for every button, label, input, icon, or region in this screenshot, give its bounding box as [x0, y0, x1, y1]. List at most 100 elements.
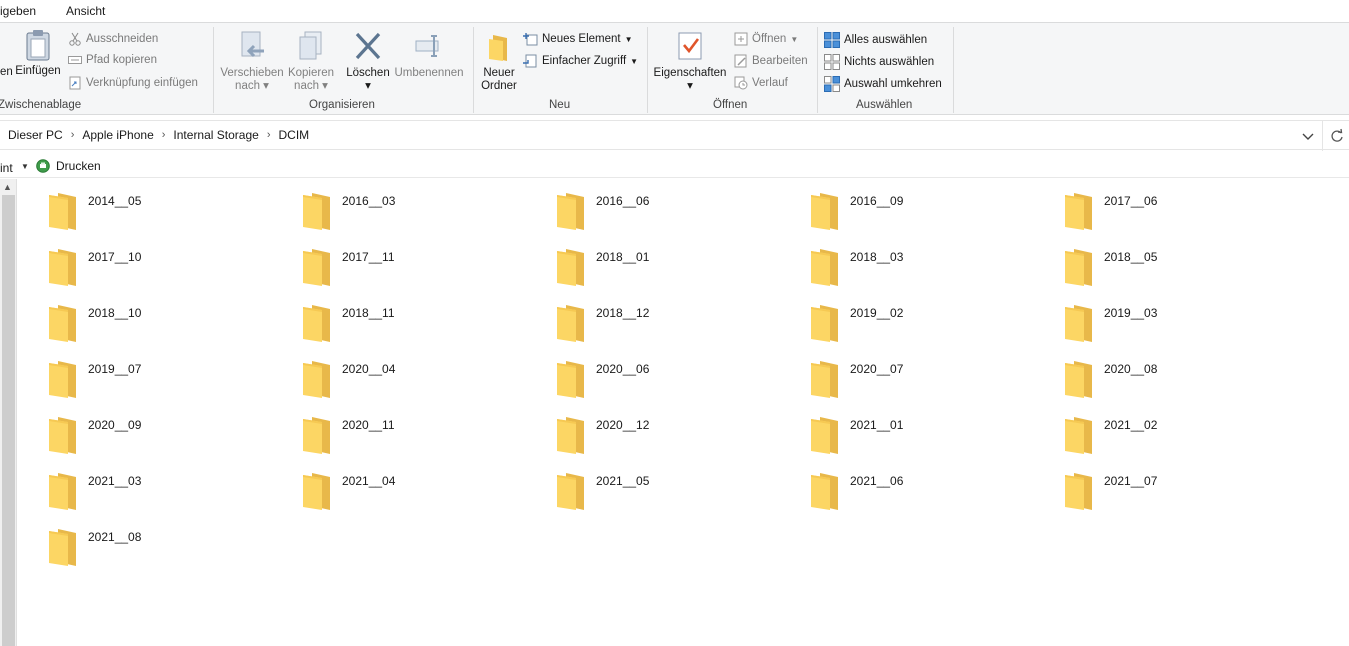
copy-path-button[interactable]: Pfad kopieren	[68, 54, 157, 66]
folder-item[interactable]: 2018__05	[1062, 244, 1316, 300]
folder-item[interactable]: 2020__08	[1062, 356, 1316, 412]
breadcrumb: Dieser PC › Apple iPhone › Internal Stor…	[8, 128, 309, 142]
chevron-right-icon[interactable]: ›	[267, 129, 271, 141]
delete-x-icon	[355, 32, 381, 60]
paste-button[interactable]: Einfügen	[14, 29, 62, 77]
folder-item[interactable]: 2018__12	[554, 300, 808, 356]
folder-name: 2021__05	[596, 474, 650, 488]
folder-icon	[1065, 473, 1092, 510]
folder-icon	[303, 417, 330, 454]
folder-name: 2019__07	[88, 362, 142, 376]
folder-item[interactable]: 2021__08	[46, 524, 300, 580]
folder-item[interactable]: 2018__03	[808, 244, 1062, 300]
breadcrumb-item[interactable]: Apple iPhone	[82, 128, 153, 142]
folder-item[interactable]: 2018__11	[300, 300, 554, 356]
chevron-right-icon[interactable]: ›	[162, 129, 166, 141]
scrollbar-thumb[interactable]	[2, 195, 15, 646]
folder-icon	[557, 249, 584, 286]
folder-name: 2016__06	[596, 194, 650, 208]
address-history-dropdown[interactable]	[1296, 121, 1320, 151]
folder-item[interactable]: 2021__05	[554, 468, 808, 524]
address-bar[interactable]: Dieser PC › Apple iPhone › Internal Stor…	[0, 120, 1349, 151]
folder-icon	[49, 361, 76, 398]
breadcrumb-item[interactable]: Internal Storage	[173, 128, 258, 142]
delete-button[interactable]: Löschen ▾	[345, 31, 391, 93]
new-item-button[interactable]: Neues Element ▼	[522, 32, 633, 46]
folder-item[interactable]: 2021__07	[1062, 468, 1316, 524]
folder-item[interactable]: 2017__11	[300, 244, 554, 300]
organize-group-label: Organisieren	[309, 99, 375, 111]
folder-item[interactable]: 2016__06	[554, 188, 808, 244]
scroll-up-icon[interactable]: ▲	[3, 182, 12, 192]
folder-icon	[1065, 305, 1092, 342]
folder-item[interactable]: 2021__04	[300, 468, 554, 524]
select-none-icon	[824, 54, 840, 70]
open-button[interactable]: Öffnen ▼	[734, 32, 798, 46]
folder-item[interactable]: 2020__12	[554, 412, 808, 468]
folder-item[interactable]: 2019__07	[46, 356, 300, 412]
folder-grid: 2014__05 2016__03 2016__06 2016__09 2017…	[46, 188, 1316, 580]
folder-name: 2019__02	[850, 306, 904, 320]
folder-item[interactable]: 2017__06	[1062, 188, 1316, 244]
folder-item[interactable]: 2019__03	[1062, 300, 1316, 356]
folder-item[interactable]: 2020__06	[554, 356, 808, 412]
copy-to-button[interactable]: Kopieren nach ▾	[286, 31, 336, 93]
new-folder-button[interactable]: Neuer Ordner	[478, 33, 520, 93]
folder-name: 2021__01	[850, 418, 904, 432]
navigation-pane-scrollbar[interactable]: ▲	[0, 179, 17, 646]
easy-access-icon	[523, 54, 537, 68]
folder-item[interactable]: 2017__10	[46, 244, 300, 300]
rename-button[interactable]: Umbenennen	[392, 31, 466, 80]
select-all-button[interactable]: Alles auswählen	[824, 32, 927, 48]
copy-to-icon	[299, 31, 322, 60]
folder-icon	[811, 193, 838, 230]
folder-icon	[811, 361, 838, 398]
new-folder-icon	[489, 35, 507, 61]
easy-access-button[interactable]: Einfacher Zugriff ▼	[522, 54, 638, 68]
paste-shortcut-button[interactable]: Verknüpfung einfügen	[68, 76, 198, 90]
folder-item[interactable]: 2016__09	[808, 188, 1062, 244]
invert-selection-button[interactable]: Auswahl umkehren	[824, 76, 942, 92]
folder-item[interactable]: 2021__06	[808, 468, 1062, 524]
folder-item[interactable]: 2020__04	[300, 356, 554, 412]
chevron-right-icon[interactable]: ›	[71, 129, 75, 141]
folder-item[interactable]: 2016__03	[300, 188, 554, 244]
select-none-button[interactable]: Nichts auswählen	[824, 54, 934, 70]
folder-item[interactable]: 2018__10	[46, 300, 300, 356]
folder-name: 2018__11	[342, 306, 395, 320]
print-partial-label[interactable]: int	[0, 161, 13, 175]
folder-item[interactable]: 2021__02	[1062, 412, 1316, 468]
move-to-button[interactable]: Verschieben nach ▾	[220, 31, 284, 93]
caret-down-icon[interactable]: ▼	[21, 162, 29, 171]
folder-item[interactable]: 2018__01	[554, 244, 808, 300]
folder-name: 2021__06	[850, 474, 904, 488]
refresh-icon	[1331, 128, 1343, 142]
breadcrumb-item[interactable]: Dieser PC	[8, 128, 63, 142]
breadcrumb-item[interactable]: DCIM	[278, 128, 309, 142]
tab-view[interactable]: Ansicht	[66, 4, 105, 18]
folder-name: 2018__12	[596, 306, 650, 320]
properties-button[interactable]: Eigenschaften ▾	[652, 31, 728, 93]
folder-name: 2018__01	[596, 250, 650, 264]
tab-share[interactable]: igeben	[0, 4, 36, 18]
refresh-button[interactable]	[1322, 121, 1349, 151]
folder-item[interactable]: 2020__09	[46, 412, 300, 468]
edit-button[interactable]: Bearbeiten	[734, 54, 808, 68]
folder-item[interactable]: 2020__07	[808, 356, 1062, 412]
ribbon-divider	[647, 27, 648, 113]
folder-name: 2021__03	[88, 474, 142, 488]
folder-icon	[49, 193, 76, 230]
cut-button[interactable]: Ausschneiden	[68, 32, 158, 46]
copy-button[interactable]: en	[0, 66, 13, 79]
open-icon	[734, 32, 748, 46]
folder-item[interactable]: 2020__11	[300, 412, 554, 468]
folder-icon	[557, 473, 584, 510]
folder-name: 2017__10	[88, 250, 142, 264]
folder-item[interactable]: 2021__03	[46, 468, 300, 524]
folder-item[interactable]: 2021__01	[808, 412, 1062, 468]
history-button[interactable]: Verlauf	[734, 76, 788, 90]
folder-item[interactable]: 2019__02	[808, 300, 1062, 356]
move-icon	[241, 31, 264, 58]
print-button[interactable]: Drucken	[36, 159, 101, 173]
folder-item[interactable]: 2014__05	[46, 188, 300, 244]
